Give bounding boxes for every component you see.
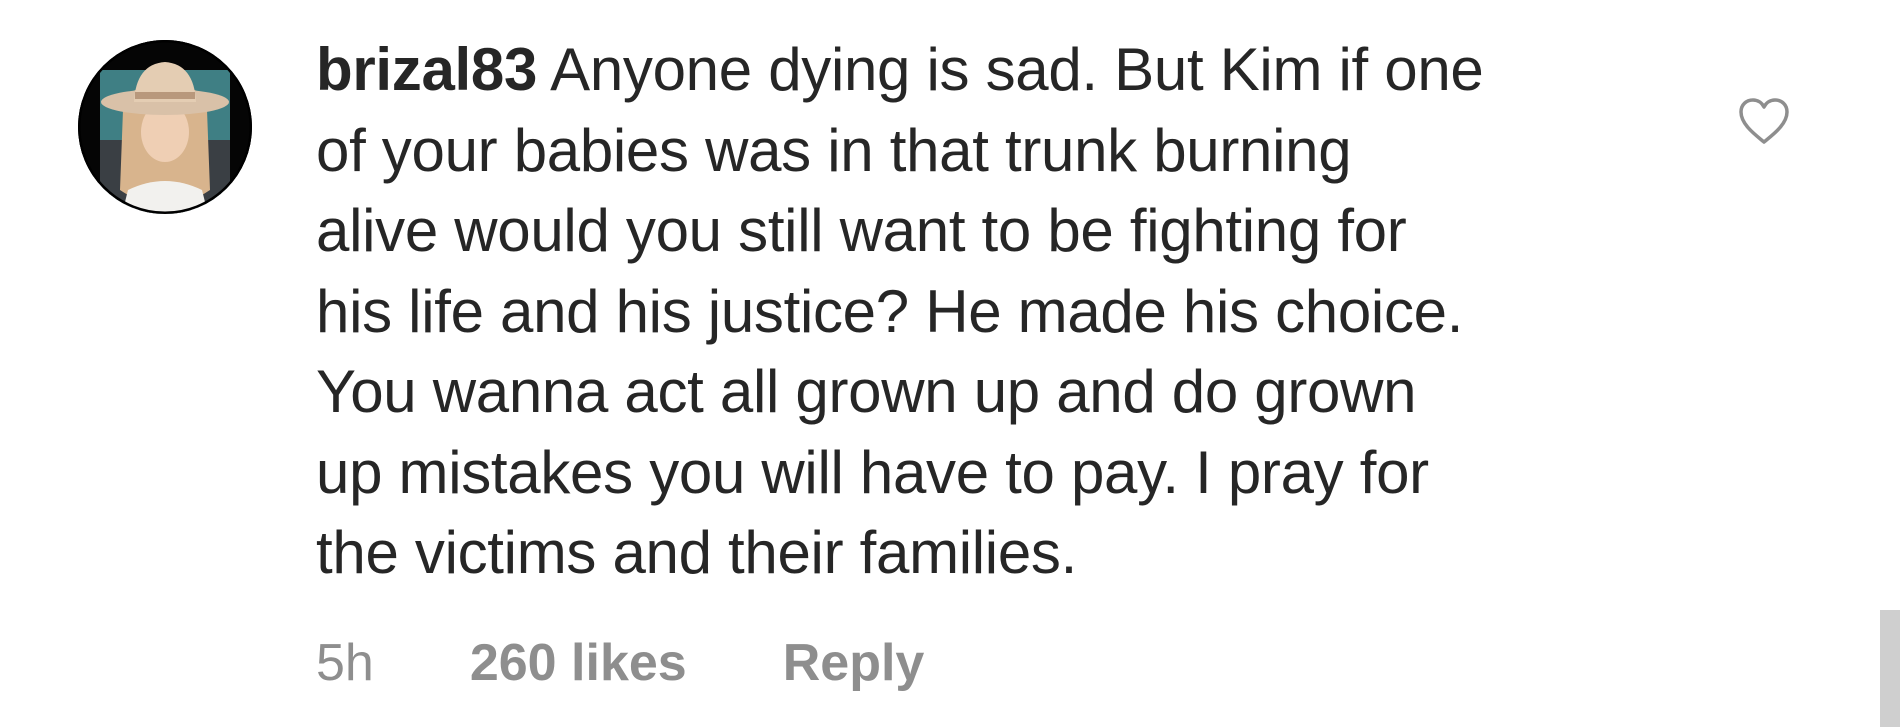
scrollbar[interactable]	[1880, 610, 1900, 727]
comment-line: of your babies was in that trunk burning	[316, 116, 1352, 184]
comment-text: brizal83 Anyone dying is sad. But Kim if…	[316, 30, 1706, 594]
comment-meta: 5h 260 likes Reply	[316, 628, 924, 698]
comment-line: brizal83 Anyone dying is sad. But Kim if…	[316, 30, 1706, 111]
heart-outline-icon	[1739, 98, 1789, 144]
comment-line: alive would you still want to be fightin…	[316, 197, 1407, 264]
avatar[interactable]	[78, 40, 252, 214]
timestamp: 5h	[316, 634, 374, 692]
profile-photo	[78, 40, 252, 214]
comment-line: the victims and their families.	[316, 519, 1077, 586]
like-button[interactable]	[1735, 92, 1793, 150]
likes-count[interactable]: 260 likes	[470, 633, 687, 693]
reply-button[interactable]: Reply	[783, 633, 925, 693]
comment-line-text: Anyone dying is sad. But Kim if one	[550, 36, 1484, 103]
username[interactable]: brizal83	[316, 36, 537, 103]
comment-item: brizal83 Anyone dying is sad. But Kim if…	[0, 0, 1900, 727]
comment-line: his life and his justice? He made his ch…	[316, 277, 1464, 345]
comment-line: up mistakes you will have to pay. I pray…	[316, 438, 1429, 506]
comment-line: You wanna act all grown up and do grown	[316, 358, 1417, 425]
